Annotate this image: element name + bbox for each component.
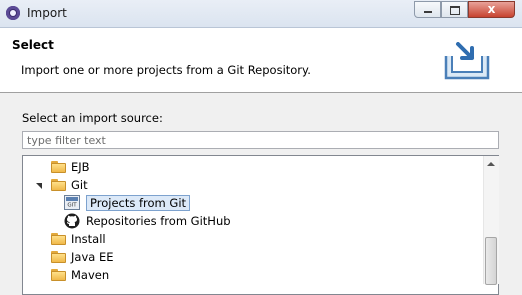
- import-wizard-icon: [444, 42, 490, 80]
- tree-item-label: Install: [71, 232, 106, 246]
- folder-icon: [51, 233, 67, 245]
- close-button[interactable]: x: [468, 1, 515, 18]
- svg-text:GIT: GIT: [67, 203, 77, 209]
- tree-item-label: Maven: [71, 268, 110, 282]
- eclipse-app-icon: [6, 6, 20, 20]
- scrollbar-thumb[interactable]: [485, 237, 497, 285]
- vertical-scrollbar[interactable]: [483, 156, 499, 285]
- expand-arrow-icon[interactable]: [35, 270, 44, 280]
- title-bar: Import x: [0, 0, 522, 28]
- tree-item-label: Java EE: [71, 250, 114, 264]
- page-title: Select: [12, 38, 54, 52]
- tree-item-git[interactable]: Git: [31, 176, 491, 194]
- minimize-button[interactable]: [414, 1, 441, 18]
- folder-icon: [51, 269, 67, 281]
- tree-item-java-ee[interactable]: Java EE: [31, 248, 491, 266]
- tree-item-repositories-from-github[interactable]: Repositories from GitHub: [64, 212, 484, 230]
- wizard-header: Select Import one or more projects from …: [0, 28, 522, 93]
- tree-item-maven[interactable]: Maven: [31, 266, 491, 284]
- window-title: Import: [27, 6, 67, 20]
- expand-arrow-icon[interactable]: [35, 162, 44, 172]
- maximize-button[interactable]: [441, 1, 468, 18]
- import-source-label: Select an import source:: [22, 111, 163, 125]
- scroll-up-arrow-icon[interactable]: [487, 162, 495, 166]
- collapse-arrow-icon[interactable]: [35, 181, 44, 190]
- filter-input[interactable]: [22, 131, 499, 149]
- expand-arrow-icon[interactable]: [35, 252, 44, 262]
- page-description: Import one or more projects from a Git R…: [21, 63, 311, 77]
- github-icon: [64, 213, 80, 229]
- folder-icon: [51, 179, 67, 191]
- close-icon: x: [487, 2, 496, 16]
- tree-item-label: Repositories from GitHub: [86, 214, 231, 228]
- folder-icon: [51, 161, 67, 173]
- tree-item-label: Git: [71, 178, 88, 192]
- import-source-tree[interactable]: EJB Git GIT Projects from Git Repositori…: [22, 155, 499, 295]
- tree-item-projects-from-git[interactable]: GIT Projects from Git: [64, 194, 191, 212]
- tree-item-label: EJB: [71, 160, 90, 174]
- tree-item-ejb[interactable]: EJB: [31, 158, 491, 176]
- folder-icon: [51, 251, 67, 263]
- tree-item-label: Projects from Git: [86, 195, 191, 211]
- expand-arrow-icon[interactable]: [35, 234, 44, 244]
- tree-item-install[interactable]: Install: [31, 230, 491, 248]
- git-icon: GIT: [64, 195, 80, 210]
